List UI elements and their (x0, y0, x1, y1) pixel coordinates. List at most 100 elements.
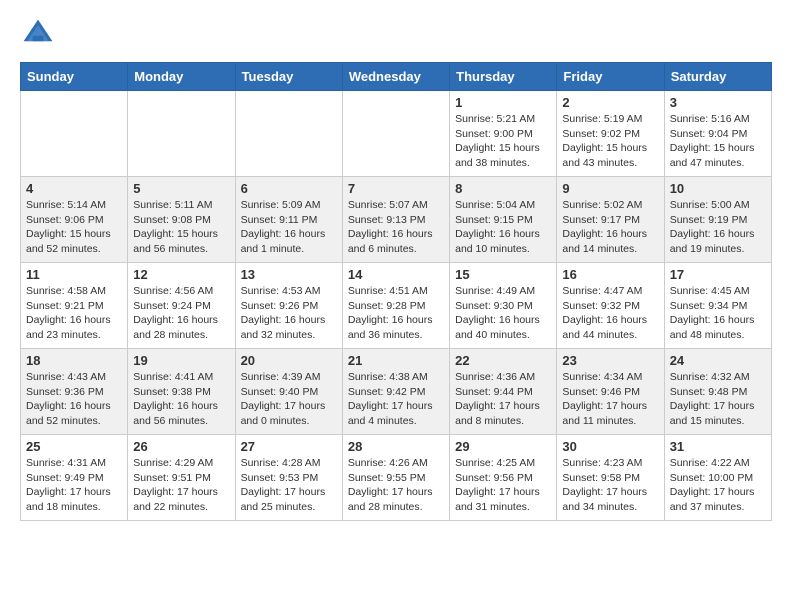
day-info: Sunrise: 5:14 AM Sunset: 9:06 PM Dayligh… (26, 198, 122, 257)
calendar-cell: 3 Sunrise: 5:16 AM Sunset: 9:04 PM Daylig… (664, 91, 771, 177)
day-number: 6 (241, 181, 337, 196)
calendar-cell (235, 91, 342, 177)
calendar-cell: 19 Sunrise: 4:41 AM Sunset: 9:38 PM Dayli… (128, 349, 235, 435)
calendar-header-thursday: Thursday (450, 63, 557, 91)
day-number: 11 (26, 267, 122, 282)
day-info: Sunrise: 4:39 AM Sunset: 9:40 PM Dayligh… (241, 370, 337, 429)
day-info: Sunrise: 4:45 AM Sunset: 9:34 PM Dayligh… (670, 284, 766, 343)
day-info: Sunrise: 5:19 AM Sunset: 9:02 PM Dayligh… (562, 112, 658, 171)
day-info: Sunrise: 5:21 AM Sunset: 9:00 PM Dayligh… (455, 112, 551, 171)
calendar-cell (128, 91, 235, 177)
calendar-week-row: 1 Sunrise: 5:21 AM Sunset: 9:00 PM Daylig… (21, 91, 772, 177)
day-info: Sunrise: 5:11 AM Sunset: 9:08 PM Dayligh… (133, 198, 229, 257)
day-info: Sunrise: 4:41 AM Sunset: 9:38 PM Dayligh… (133, 370, 229, 429)
calendar-cell: 13 Sunrise: 4:53 AM Sunset: 9:26 PM Dayli… (235, 263, 342, 349)
day-number: 28 (348, 439, 444, 454)
calendar-cell: 20 Sunrise: 4:39 AM Sunset: 9:40 PM Dayli… (235, 349, 342, 435)
calendar-cell: 4 Sunrise: 5:14 AM Sunset: 9:06 PM Daylig… (21, 177, 128, 263)
day-number: 9 (562, 181, 658, 196)
day-number: 7 (348, 181, 444, 196)
day-number: 17 (670, 267, 766, 282)
day-number: 5 (133, 181, 229, 196)
day-number: 24 (670, 353, 766, 368)
day-info: Sunrise: 4:32 AM Sunset: 9:48 PM Dayligh… (670, 370, 766, 429)
day-info: Sunrise: 5:16 AM Sunset: 9:04 PM Dayligh… (670, 112, 766, 171)
day-number: 10 (670, 181, 766, 196)
day-number: 19 (133, 353, 229, 368)
calendar-cell: 30 Sunrise: 4:23 AM Sunset: 9:58 PM Dayli… (557, 435, 664, 521)
calendar-cell: 15Sunrise: 4:49 AM Sunset: 9:30 PM Dayli… (450, 263, 557, 349)
calendar-cell: 18 Sunrise: 4:43 AM Sunset: 9:36 PM Dayli… (21, 349, 128, 435)
day-number: 2 (562, 95, 658, 110)
day-info: Sunrise: 4:51 AM Sunset: 9:28 PM Dayligh… (348, 284, 444, 343)
calendar-cell: 11Sunrise: 4:58 AM Sunset: 9:21 PM Dayli… (21, 263, 128, 349)
calendar-header-tuesday: Tuesday (235, 63, 342, 91)
day-info: Sunrise: 4:53 AM Sunset: 9:26 PM Dayligh… (241, 284, 337, 343)
day-info: Sunrise: 4:47 AM Sunset: 9:32 PM Dayligh… (562, 284, 658, 343)
calendar-header-wednesday: Wednesday (342, 63, 449, 91)
day-info: Sunrise: 4:22 AM Sunset: 10:00 PM Daylig… (670, 456, 766, 515)
calendar-cell (342, 91, 449, 177)
calendar-week-row: 4 Sunrise: 5:14 AM Sunset: 9:06 PM Daylig… (21, 177, 772, 263)
calendar-header-sunday: Sunday (21, 63, 128, 91)
header (20, 16, 772, 52)
calendar-cell: 12Sunrise: 4:56 AM Sunset: 9:24 PM Dayli… (128, 263, 235, 349)
calendar-cell (21, 91, 128, 177)
calendar-cell: 21 Sunrise: 4:38 AM Sunset: 9:42 PM Dayli… (342, 349, 449, 435)
day-number: 21 (348, 353, 444, 368)
day-number: 3 (670, 95, 766, 110)
day-info: Sunrise: 5:02 AM Sunset: 9:17 PM Dayligh… (562, 198, 658, 257)
calendar-cell: 27Sunrise: 4:28 AM Sunset: 9:53 PM Dayli… (235, 435, 342, 521)
calendar-cell: 5 Sunrise: 5:11 AM Sunset: 9:08 PM Daylig… (128, 177, 235, 263)
day-number: 12 (133, 267, 229, 282)
calendar-week-row: 18 Sunrise: 4:43 AM Sunset: 9:36 PM Dayli… (21, 349, 772, 435)
page: SundayMondayTuesdayWednesdayThursdayFrid… (0, 0, 792, 531)
day-info: Sunrise: 4:28 AM Sunset: 9:53 PM Dayligh… (241, 456, 337, 515)
calendar-cell: 28 Sunrise: 4:26 AM Sunset: 9:55 PM Dayli… (342, 435, 449, 521)
day-number: 16 (562, 267, 658, 282)
calendar-cell: 10 Sunrise: 5:00 AM Sunset: 9:19 PM Dayli… (664, 177, 771, 263)
day-number: 26 (133, 439, 229, 454)
day-info: Sunrise: 5:07 AM Sunset: 9:13 PM Dayligh… (348, 198, 444, 257)
day-number: 31 (670, 439, 766, 454)
calendar-cell: 2 Sunrise: 5:19 AM Sunset: 9:02 PM Daylig… (557, 91, 664, 177)
day-number: 23 (562, 353, 658, 368)
day-info: Sunrise: 4:25 AM Sunset: 9:56 PM Dayligh… (455, 456, 551, 515)
day-info: Sunrise: 4:26 AM Sunset: 9:55 PM Dayligh… (348, 456, 444, 515)
day-number: 20 (241, 353, 337, 368)
calendar-cell: 9 Sunrise: 5:02 AM Sunset: 9:17 PM Daylig… (557, 177, 664, 263)
day-number: 13 (241, 267, 337, 282)
calendar-cell: 25Sunrise: 4:31 AM Sunset: 9:49 PM Dayli… (21, 435, 128, 521)
day-number: 18 (26, 353, 122, 368)
day-number: 8 (455, 181, 551, 196)
calendar-header-row: SundayMondayTuesdayWednesdayThursdayFrid… (21, 63, 772, 91)
day-info: Sunrise: 4:38 AM Sunset: 9:42 PM Dayligh… (348, 370, 444, 429)
calendar-cell: 24 Sunrise: 4:32 AM Sunset: 9:48 PM Dayli… (664, 349, 771, 435)
day-number: 1 (455, 95, 551, 110)
calendar-cell: 16 Sunrise: 4:47 AM Sunset: 9:32 PM Dayli… (557, 263, 664, 349)
day-number: 25 (26, 439, 122, 454)
logo (20, 16, 60, 52)
day-info: Sunrise: 4:23 AM Sunset: 9:58 PM Dayligh… (562, 456, 658, 515)
day-info: Sunrise: 4:36 AM Sunset: 9:44 PM Dayligh… (455, 370, 551, 429)
calendar-header-monday: Monday (128, 63, 235, 91)
calendar-cell: 8 Sunrise: 5:04 AM Sunset: 9:15 PM Daylig… (450, 177, 557, 263)
day-info: Sunrise: 4:43 AM Sunset: 9:36 PM Dayligh… (26, 370, 122, 429)
calendar-week-row: 11Sunrise: 4:58 AM Sunset: 9:21 PM Dayli… (21, 263, 772, 349)
calendar-cell: 17 Sunrise: 4:45 AM Sunset: 9:34 PM Dayli… (664, 263, 771, 349)
calendar-cell: 14 Sunrise: 4:51 AM Sunset: 9:28 PM Dayli… (342, 263, 449, 349)
day-number: 30 (562, 439, 658, 454)
calendar-cell: 7 Sunrise: 5:07 AM Sunset: 9:13 PM Daylig… (342, 177, 449, 263)
day-info: Sunrise: 5:00 AM Sunset: 9:19 PM Dayligh… (670, 198, 766, 257)
calendar-header-friday: Friday (557, 63, 664, 91)
day-info: Sunrise: 4:34 AM Sunset: 9:46 PM Dayligh… (562, 370, 658, 429)
day-info: Sunrise: 5:04 AM Sunset: 9:15 PM Dayligh… (455, 198, 551, 257)
calendar-cell: 6 Sunrise: 5:09 AM Sunset: 9:11 PM Daylig… (235, 177, 342, 263)
day-info: Sunrise: 5:09 AM Sunset: 9:11 PM Dayligh… (241, 198, 337, 257)
calendar-cell: 22Sunrise: 4:36 AM Sunset: 9:44 PM Dayli… (450, 349, 557, 435)
day-number: 15 (455, 267, 551, 282)
calendar-table: SundayMondayTuesdayWednesdayThursdayFrid… (20, 62, 772, 521)
calendar-cell: 29Sunrise: 4:25 AM Sunset: 9:56 PM Dayli… (450, 435, 557, 521)
day-number: 4 (26, 181, 122, 196)
day-number: 14 (348, 267, 444, 282)
